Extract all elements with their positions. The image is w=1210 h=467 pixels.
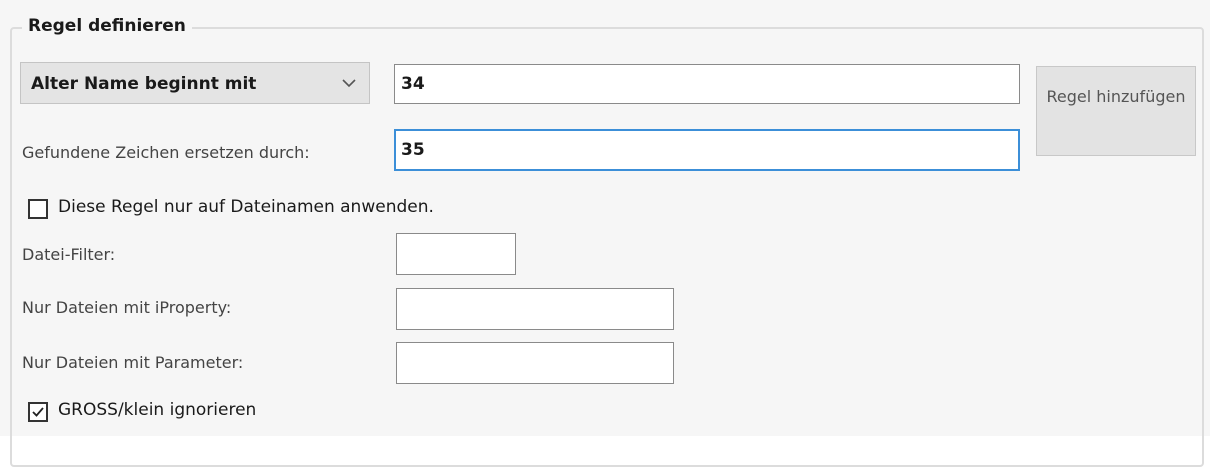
parameter-input[interactable]	[396, 342, 674, 384]
iproperty-label: Nur Dateien mit iProperty:	[22, 298, 232, 317]
group-title: Regel definieren	[22, 12, 192, 40]
checkmark-icon	[32, 407, 44, 417]
ignore-case-label: GROSS/klein ignorieren	[58, 400, 257, 420]
filename-only-label: Diese Regel nur auf Dateinamen anwenden.	[58, 197, 434, 217]
search-value-input[interactable]	[394, 64, 1020, 104]
rule-type-selected-value: Alter Name beginnt mit	[31, 74, 257, 94]
parameter-label: Nur Dateien mit Parameter:	[22, 353, 244, 372]
rule-type-dropdown[interactable]: Alter Name beginnt mit	[20, 62, 370, 104]
add-rule-button[interactable]: Regel hinzufügen	[1036, 66, 1196, 156]
rule-definition-panel: Regel definieren Alter Name beginnt mit …	[0, 0, 1210, 467]
file-filter-label: Datei-Filter:	[22, 245, 116, 264]
replace-value-input[interactable]	[394, 129, 1020, 171]
ignore-case-checkbox[interactable]	[28, 402, 48, 422]
iproperty-input[interactable]	[396, 288, 674, 330]
replace-label: Gefundene Zeichen ersetzen durch:	[22, 143, 310, 162]
filename-only-checkbox[interactable]	[28, 199, 48, 219]
file-filter-input[interactable]	[396, 233, 516, 275]
chevron-down-icon	[341, 75, 357, 91]
